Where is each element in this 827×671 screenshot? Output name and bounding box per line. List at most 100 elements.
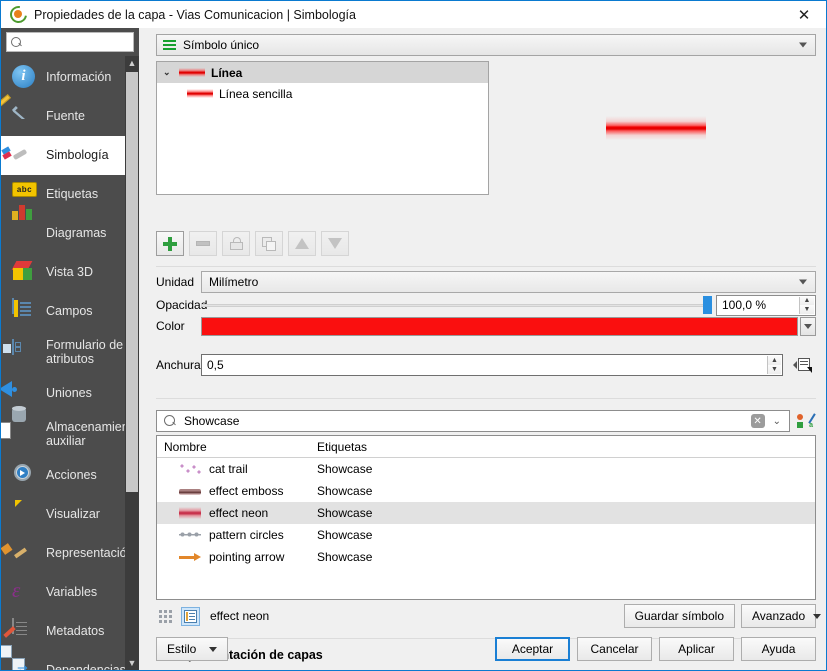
tree-row[interactable]: Línea sencilla <box>157 83 488 104</box>
sidebar-item-label: Representación <box>46 545 134 560</box>
sidebar-list: i Información Fuente Simbología abc Etiq… <box>1 58 139 670</box>
style-button[interactable]: Estilo <box>156 637 228 661</box>
table-header: Nombre Etiquetas <box>157 436 815 458</box>
list-view-button[interactable] <box>181 606 200 626</box>
ok-button[interactable]: Aceptar <box>495 637 570 661</box>
search-icon <box>164 415 176 427</box>
slider-track <box>201 304 712 307</box>
spin-down-icon[interactable]: ▼ <box>800 305 814 314</box>
sidebar-item-label: Etiquetas <box>46 187 99 202</box>
current-symbol-label: effect neon <box>210 609 270 623</box>
opacity-label: Opacidad <box>156 298 208 312</box>
spin-up-icon[interactable]: ▲ <box>800 296 814 305</box>
move-down-button[interactable] <box>321 231 349 256</box>
sidebar-item-label: Uniones <box>46 386 92 401</box>
title-bar: Propiedades de la capa - Vias Comunicaci… <box>1 0 826 28</box>
chevron-down-icon[interactable]: ⌄ <box>163 67 173 78</box>
sidebar-item-formulario-de-atributos[interactable]: Formulario de atributos <box>1 331 139 374</box>
spinner-buttons[interactable]: ▲ ▼ <box>767 356 781 374</box>
table-row[interactable]: effect emboss Showcase <box>157 480 815 502</box>
unit-combo[interactable]: Milímetro <box>201 271 816 293</box>
help-button[interactable]: Ayuda <box>741 637 816 661</box>
lock-layer-colors-button[interactable] <box>222 231 250 256</box>
symbol-list-table[interactable]: Nombre Etiquetas cat trail Showcase effe… <box>156 435 816 600</box>
chevron-down-icon[interactable]: ⌄ <box>773 416 781 427</box>
grid-view-icon <box>159 609 172 623</box>
table-row[interactable]: effect neon Showcase <box>157 502 815 524</box>
tree-row[interactable]: ⌄ Línea <box>157 62 488 83</box>
sidebar-item-visualizar[interactable]: Visualizar <box>1 495 139 534</box>
sidebar-item-label: Variables <box>46 584 98 599</box>
dependencies-icon: ⇄ <box>1 644 37 670</box>
width-row: Anchura 0,5 ▲ ▼ <box>156 353 816 377</box>
sidebar-item-vista-3d[interactable]: Vista 3D <box>1 253 139 292</box>
sidebar-item-diagramas[interactable]: Diagramas <box>1 205 139 253</box>
close-icon[interactable]: ✕ <box>782 1 826 28</box>
list-view-icon <box>184 609 197 623</box>
sidebar-item-campos[interactable]: Campos <box>1 292 139 331</box>
sidebar-item-fuente[interactable]: Fuente <box>1 94 139 136</box>
search-input[interactable] <box>26 35 129 49</box>
symbol-search-input[interactable] <box>182 413 751 429</box>
auxiliary-storage-icon <box>1 405 37 447</box>
move-up-button[interactable] <box>288 231 316 256</box>
chevron-down-icon <box>799 42 807 48</box>
scroll-up-icon[interactable]: ▲ <box>125 56 139 70</box>
spin-up-icon[interactable]: ▲ <box>768 356 781 365</box>
scrollbar-thumb[interactable] <box>126 72 138 492</box>
apply-button[interactable]: Aplicar <box>659 637 734 661</box>
advanced-button[interactable]: Avanzado <box>741 604 822 628</box>
symbol-layer-tree[interactable]: ⌄ Línea Línea sencilla <box>156 61 489 195</box>
sidebar-item-label: Acciones <box>46 467 97 482</box>
sidebar-scrollbar[interactable]: ▲ ▼ <box>125 56 139 670</box>
color-dropdown-button[interactable] <box>800 316 816 336</box>
slider-handle[interactable] <box>703 296 712 314</box>
width-input[interactable]: 0,5 ▲ ▼ <box>201 354 783 376</box>
symbol-tags: Showcase <box>317 506 373 520</box>
clear-icon[interactable]: ✕ <box>750 414 765 428</box>
opacity-spinbox[interactable]: 100,0 % ▲ ▼ <box>716 294 816 316</box>
sidebar-item-acciones[interactable]: Acciones <box>1 456 139 495</box>
sidebar-item-representacion[interactable]: Representación <box>1 534 139 573</box>
sidebar-search[interactable] <box>6 32 134 52</box>
sidebar-item-dependencias[interactable]: ⇄ Dependencias <box>1 644 139 670</box>
sidebar-item-simbologia[interactable]: Simbología <box>1 136 139 175</box>
chevron-down-icon <box>804 323 812 329</box>
symbol-tags: Showcase <box>317 484 373 498</box>
symbol-search-box[interactable]: ✕ ⌄ <box>156 410 790 432</box>
symbol-name: effect neon <box>209 506 269 520</box>
color-swatch-button[interactable] <box>201 316 798 336</box>
fields-icon <box>12 298 37 324</box>
sidebar-item-metadatos[interactable]: Metadatos <box>1 612 139 651</box>
table-row[interactable]: pointing arrow Showcase <box>157 546 815 568</box>
duplicate-layer-button[interactable] <box>255 231 283 256</box>
sidebar-item-informacion[interactable]: i Información <box>1 58 139 97</box>
grid-view-button[interactable] <box>156 607 175 626</box>
save-symbol-button[interactable]: Guardar símbolo <box>623 604 735 628</box>
table-row[interactable]: cat trail Showcase <box>157 458 815 480</box>
style-label: Estilo <box>167 642 197 656</box>
sidebar-item-variables[interactable]: ε Variables <box>1 573 139 612</box>
opacity-slider[interactable] <box>201 295 712 315</box>
scroll-down-icon[interactable]: ▼ <box>125 656 139 670</box>
spin-down-icon[interactable]: ▼ <box>768 365 781 374</box>
cancel-button[interactable]: Cancelar <box>577 637 652 661</box>
display-icon <box>12 502 37 527</box>
spinner-buttons[interactable]: ▲ ▼ <box>799 296 814 314</box>
style-manager-button[interactable]: a <box>794 410 816 432</box>
source-icon <box>1 94 37 129</box>
data-defined-override-icon[interactable] <box>790 354 816 376</box>
remove-symbol-layer-button[interactable] <box>189 231 217 256</box>
sidebar-item-almacenamiento-auxiliar[interactable]: Almacenamiento auxiliar <box>1 405 139 456</box>
add-symbol-layer-button[interactable] <box>156 231 184 256</box>
duplicate-icon <box>262 236 276 251</box>
table-row[interactable]: pattern circles Showcase <box>157 524 815 546</box>
symbol-preview <box>495 61 816 195</box>
symbol-name: pointing arrow <box>209 550 285 564</box>
view3d-icon <box>11 260 37 285</box>
minus-icon <box>196 241 210 246</box>
color-row: Color <box>156 316 816 336</box>
tree-node-label: Línea sencilla <box>219 86 293 101</box>
symbol-layer-toolbar <box>156 231 349 256</box>
renderer-type-combo[interactable]: Símbolo único <box>156 34 816 56</box>
